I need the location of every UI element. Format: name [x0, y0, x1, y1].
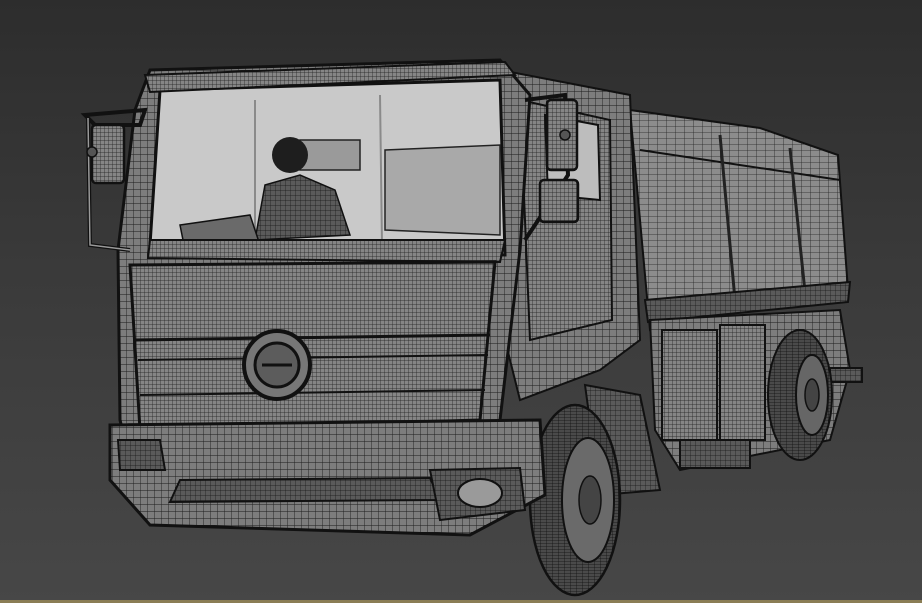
wireframe-truck-icon — [80, 58, 863, 597]
3d-viewport[interactable] — [0, 0, 922, 603]
windshield — [146, 78, 507, 264]
grille — [128, 260, 497, 432]
front-wheel — [528, 383, 662, 597]
front-bumper — [108, 418, 547, 537]
rear-wheel — [767, 329, 833, 461]
tank — [628, 108, 852, 332]
